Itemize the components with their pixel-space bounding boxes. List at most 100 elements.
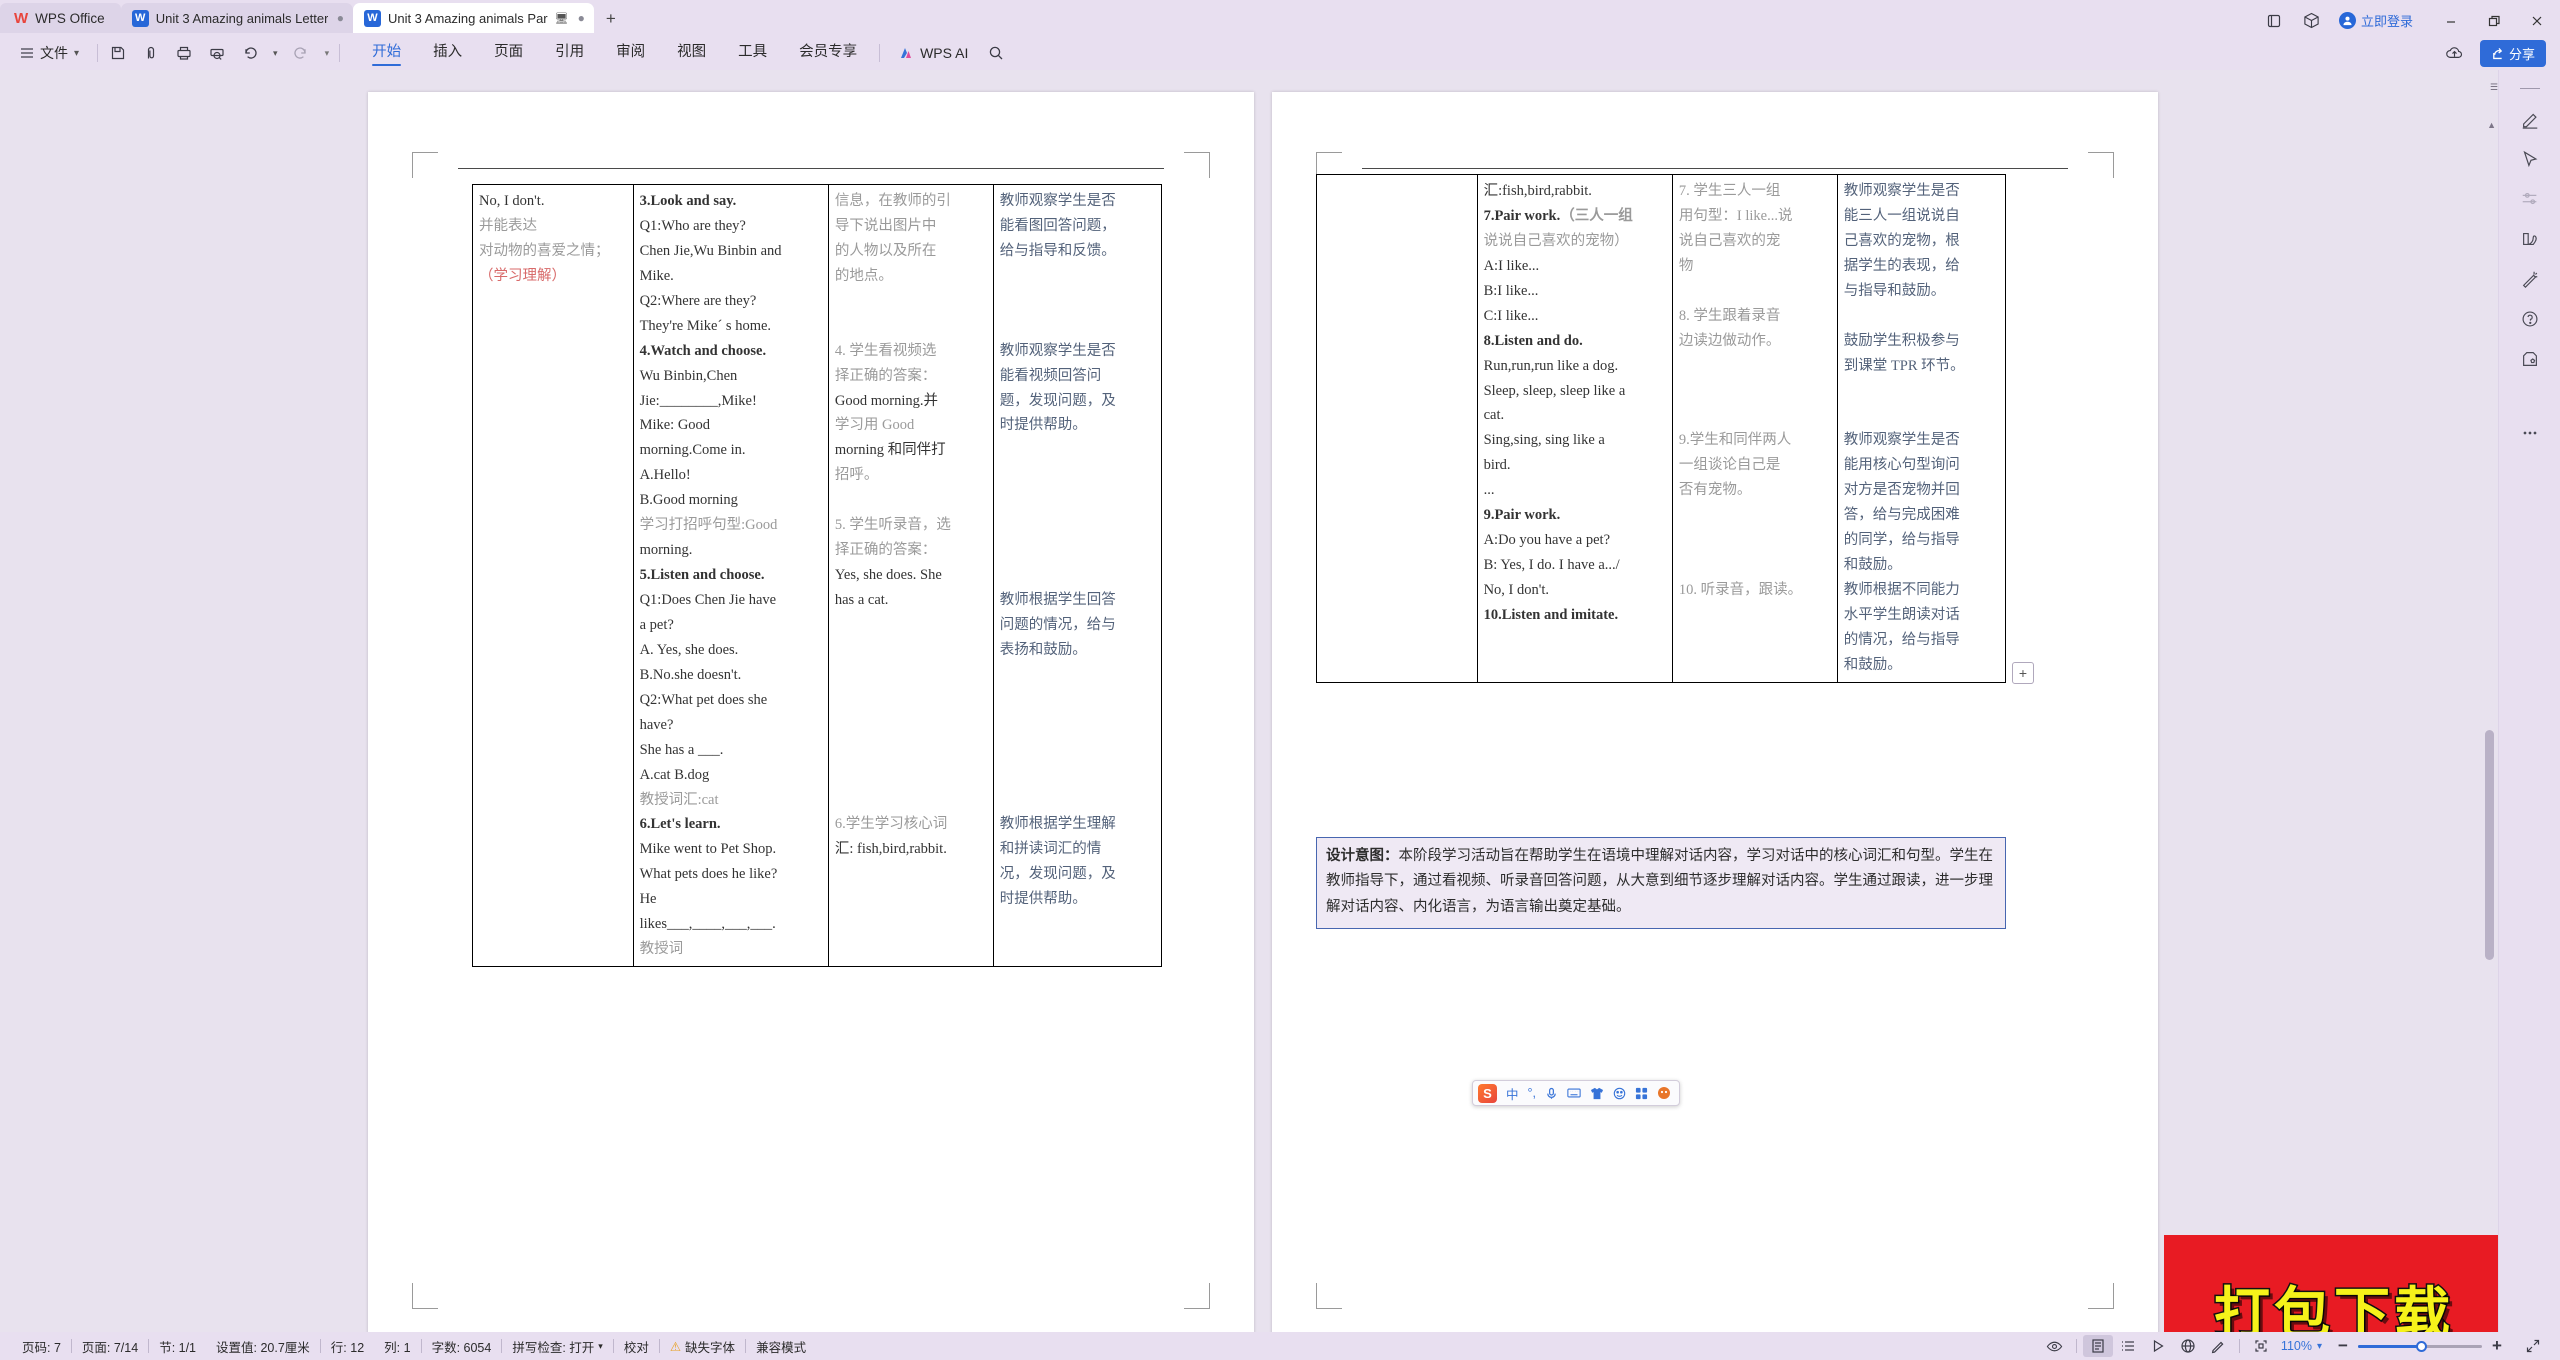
search-icon[interactable]: [986, 44, 1005, 63]
undo-dropdown-icon[interactable]: ▾: [273, 48, 278, 59]
wps-office-brand[interactable]: W WPS Office: [0, 3, 121, 33]
status-word-count[interactable]: 字数: 6054: [422, 1337, 502, 1356]
ornament-icon[interactable]: [2510, 339, 2550, 379]
document-tab-2[interactable]: W Unit 3 Amazing animals Par 🖥 ●: [352, 3, 594, 33]
tab-close-icon[interactable]: ●: [578, 11, 585, 25]
save-icon[interactable]: [108, 44, 127, 63]
fullscreen-focus-icon[interactable]: [2246, 1335, 2276, 1357]
status-line[interactable]: 行: 12: [321, 1337, 374, 1356]
restore-icon[interactable]: [2484, 11, 2503, 30]
ime-toolbar[interactable]: S 中 °,: [1472, 1080, 1680, 1106]
ime-chinese-mode[interactable]: 中: [1506, 1084, 1519, 1103]
design-intent-box[interactable]: 设计意图：本阶段学习活动旨在帮助学生在语境中理解对话内容，学习对话中的核心词汇和…: [1316, 837, 2006, 930]
undo-icon[interactable]: [240, 44, 259, 63]
document-tab-1[interactable]: W Unit 3 Amazing animals Letters ●: [120, 3, 353, 33]
new-tab-button[interactable]: +: [598, 6, 624, 32]
mic-icon[interactable]: [1545, 1087, 1558, 1100]
shirt-icon[interactable]: [1590, 1087, 1604, 1100]
print-preview-icon[interactable]: [207, 44, 226, 63]
more-icon[interactable]: [2510, 413, 2550, 453]
status-compat-mode[interactable]: 兼容模式: [746, 1337, 816, 1356]
redo-icon[interactable]: [292, 44, 311, 63]
emoji-icon[interactable]: [1613, 1087, 1626, 1100]
customize-toolbar-icon[interactable]: ▾: [325, 48, 330, 59]
magic-wand-icon[interactable]: [2510, 259, 2550, 299]
zoom-in-button[interactable]: +: [2482, 1335, 2512, 1357]
outline-icon[interactable]: [2113, 1335, 2143, 1357]
ribbon-tab-start[interactable]: 开始: [372, 40, 402, 66]
document-page-left[interactable]: No, I don't. 并能表达 对动物的喜爱之情； （学习理解） 3.Look a…: [368, 92, 1254, 1332]
table-cell-content[interactable]: 3.Look and say. Q1:Who are they? Chen Jie,…: [632, 183, 829, 968]
zoom-slider[interactable]: − +: [2328, 1335, 2512, 1357]
table-cell-procedure[interactable]: 信息，在教师的引 导下说出图片中 的人物以及所在 的地点。 4. 学生看视频选 择正确的…: [827, 183, 994, 968]
expand-icon[interactable]: [2518, 1335, 2548, 1357]
sogou-ime-icon[interactable]: S: [1478, 1083, 1497, 1103]
status-section[interactable]: 节: 1/1: [149, 1337, 206, 1356]
status-missing-font[interactable]: ⚠ 缺失字体: [660, 1337, 745, 1356]
ribbon-tab-reference[interactable]: 引用: [555, 40, 584, 66]
status-setting-value[interactable]: 设置值: 20.7厘米: [206, 1337, 320, 1356]
ribbon-tab-tools[interactable]: 工具: [738, 40, 767, 66]
zoom-dropdown-icon[interactable]: ▾: [2317, 1341, 2322, 1352]
status-spellcheck[interactable]: 拼写检查: 打开 ▾: [502, 1337, 612, 1356]
table-row[interactable]: No, I don't. 并能表达 对动物的喜爱之情； （学习理解） 3.Look a…: [472, 183, 1163, 968]
insert-row-handle[interactable]: +: [2012, 662, 2034, 684]
save-as-icon[interactable]: [141, 44, 160, 63]
ime-punctuation-mode[interactable]: °,: [1528, 1086, 1536, 1100]
cloud-upload-icon[interactable]: [2445, 44, 2464, 63]
file-menu-button[interactable]: 文件 ▾: [12, 43, 87, 63]
scroll-top-pin-icon[interactable]: ☰: [2490, 82, 2498, 93]
ribbon-tab-member[interactable]: 会员专享: [799, 40, 857, 66]
table-cell-content[interactable]: 汇:fish,bird,rabbit. 7.Pair work.（三人一组 说说自己…: [1476, 174, 1673, 683]
status-page-number[interactable]: 页码: 7: [12, 1337, 71, 1356]
zoom-level-label[interactable]: 110%: [2276, 1339, 2317, 1353]
status-page-count[interactable]: 页面: 7/14: [72, 1337, 148, 1356]
zoom-slider-track[interactable]: [2358, 1340, 2482, 1352]
ribbon-tab-page[interactable]: 页面: [494, 40, 523, 66]
print-icon[interactable]: [174, 44, 193, 63]
lesson-plan-table-right[interactable]: 汇:fish,bird,rabbit. 7.Pair work.（三人一组 说说自己…: [1316, 174, 2007, 683]
zoom-slider-knob[interactable]: [2416, 1340, 2427, 1352]
vertical-scrollbar-thumb[interactable]: [2485, 730, 2494, 960]
document-page-right[interactable]: 汇:fish,bird,rabbit. 7.Pair work.（三人一组 说说自己…: [1272, 92, 2158, 1332]
sliders-icon[interactable]: [2510, 179, 2550, 219]
status-column[interactable]: 列: 1: [374, 1337, 420, 1356]
panel-icon[interactable]: [2265, 11, 2284, 30]
table-cell-student-activity[interactable]: No, I don't. 并能表达 对动物的喜爱之情； （学习理解）: [472, 183, 634, 968]
share-button[interactable]: 分享: [2479, 39, 2546, 67]
pen-edit-icon[interactable]: [2510, 99, 2550, 139]
keyboard-icon[interactable]: [1567, 1087, 1581, 1099]
present-icon[interactable]: 🖥: [555, 12, 569, 25]
login-button[interactable]: 立即登录: [2338, 11, 2413, 30]
apps-icon[interactable]: [1635, 1087, 1648, 1100]
minimize-icon[interactable]: [2441, 11, 2460, 30]
lesson-plan-table-left[interactable]: No, I don't. 并能表达 对动物的喜爱之情； （学习理解） 3.Look a…: [472, 183, 1163, 968]
help-icon[interactable]: [2510, 299, 2550, 339]
read-mode-icon[interactable]: [2143, 1335, 2173, 1357]
ribbon-tab-view[interactable]: 视图: [677, 40, 706, 66]
ribbon-tab-review[interactable]: 审阅: [616, 40, 645, 66]
tab-close-icon[interactable]: ●: [337, 11, 344, 25]
zoom-out-button[interactable]: −: [2328, 1335, 2358, 1357]
table-cell-evaluation[interactable]: 教师观察学生是否 能三人一组说说自 己喜欢的宠物，根 据学生的表现，给 与指导和鼓励。 …: [1836, 174, 2007, 683]
wps-ai-button[interactable]: WPS AI: [898, 45, 968, 61]
table-row[interactable]: 汇:fish,bird,rabbit. 7.Pair work.（三人一组 说说自己…: [1316, 174, 2007, 683]
table-cell-line: ...: [1483, 482, 1495, 499]
cube-icon[interactable]: [2302, 11, 2321, 30]
handwriting-icon[interactable]: [2510, 219, 2550, 259]
close-icon[interactable]: [2527, 11, 2546, 30]
print-layout-icon[interactable]: [2082, 1335, 2113, 1357]
web-layout-icon[interactable]: [2173, 1335, 2203, 1357]
select-cursor-icon[interactable]: [2510, 139, 2550, 179]
toolbox-icon[interactable]: [1657, 1086, 1671, 1100]
edit-mark-icon[interactable]: [2203, 1335, 2233, 1357]
scroll-up-arrow-icon[interactable]: ▲: [2487, 120, 2496, 130]
document-workspace[interactable]: No, I don't. 并能表达 对动物的喜爱之情； （学习理解） 3.Look a…: [0, 70, 2560, 1332]
table-cell-evaluation[interactable]: 教师观察学生是否 能看图回答问题， 给与指导和反馈。 教师观察学生是否 能看视频回答问…: [992, 183, 1163, 968]
table-cell-procedure[interactable]: 7. 学生三人一组 用句型：I like...说 说自己喜欢的宠物 8. 学生跟着录…: [1671, 174, 1838, 683]
eye-icon[interactable]: [2040, 1335, 2070, 1357]
status-proofread[interactable]: 校对: [614, 1337, 659, 1356]
download-watermark[interactable]: 打包下载: [2164, 1235, 2504, 1332]
ribbon-tab-insert[interactable]: 插入: [433, 40, 462, 66]
table-cell-empty[interactable]: [1316, 174, 1478, 683]
